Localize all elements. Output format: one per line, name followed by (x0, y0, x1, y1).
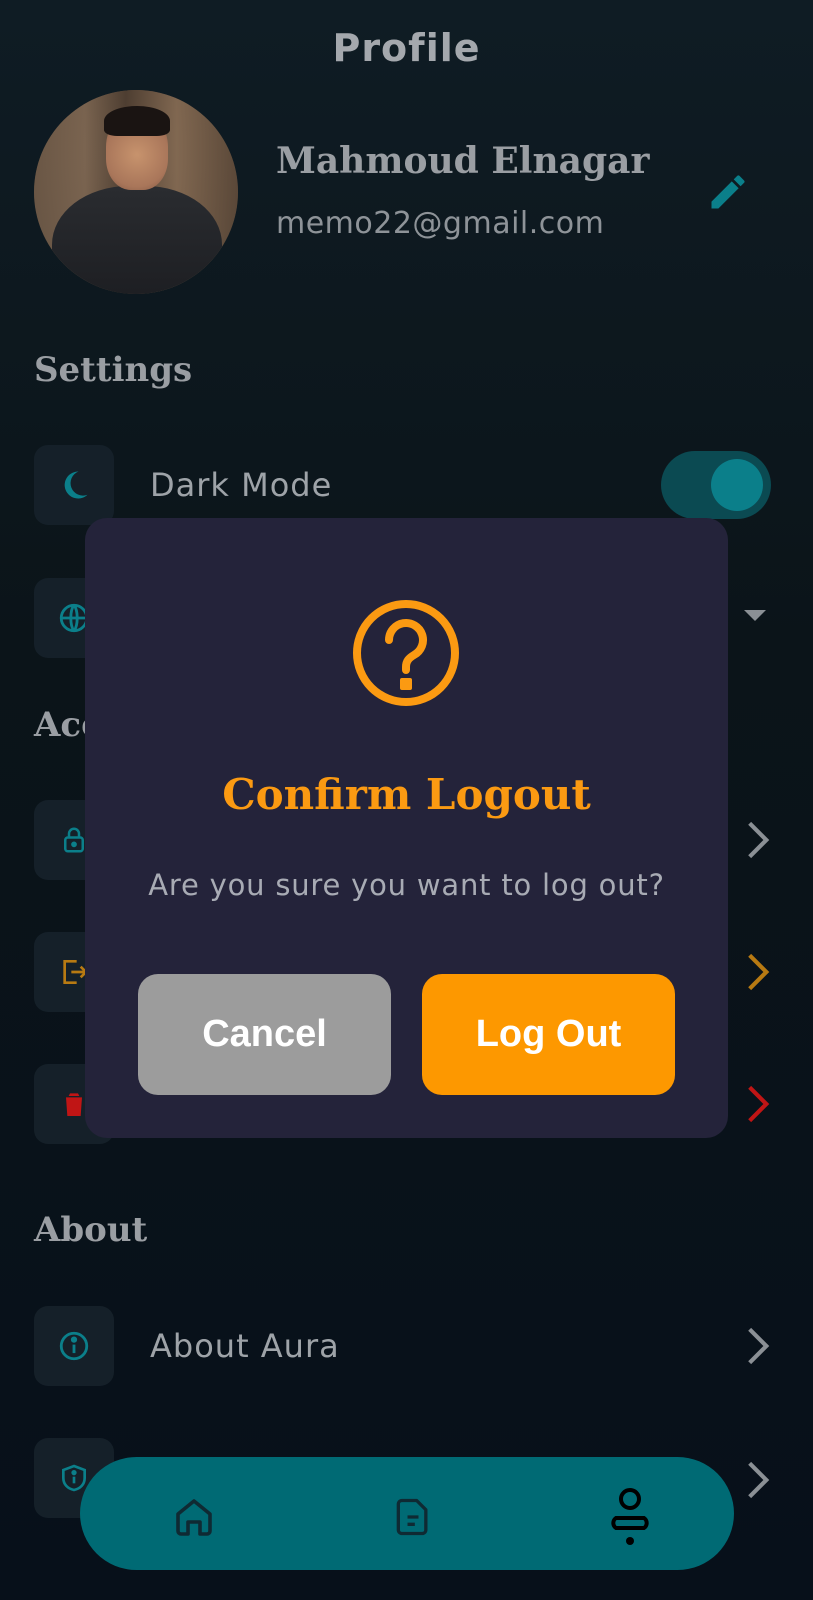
info-icon (59, 1331, 89, 1361)
dark-mode-label: Dark Mode (150, 466, 333, 504)
user-name: Mahmoud Elnagar (276, 140, 650, 182)
question-circle-icon (353, 600, 459, 706)
person-icon (611, 1488, 649, 1545)
dark-mode-toggle[interactable] (661, 451, 771, 519)
document-icon (396, 1498, 428, 1536)
moon-icon (64, 471, 88, 499)
logout-dialog: Confirm Logout Are you sure you want to … (85, 518, 728, 1138)
dialog-title: Confirm Logout (222, 770, 591, 819)
chevron-right-icon[interactable] (744, 952, 772, 992)
nav-profile[interactable] (602, 1487, 658, 1547)
log-out-button[interactable]: Log Out (422, 974, 675, 1095)
about-section-title: About (34, 1210, 148, 1250)
profile-screen: Profile Mahmoud Elnagar memo22@gmail.com… (0, 0, 813, 1600)
dark-mode-icon-box (34, 445, 114, 525)
avatar[interactable] (34, 90, 238, 294)
nav-documents[interactable] (385, 1487, 441, 1547)
chevron-right-icon[interactable] (744, 820, 772, 860)
user-email: memo22@gmail.com (276, 206, 605, 241)
nav-home[interactable] (166, 1487, 222, 1547)
edit-profile-button[interactable] (706, 170, 750, 214)
chevron-right-icon[interactable] (744, 1460, 772, 1500)
cancel-button[interactable]: Cancel (138, 974, 391, 1095)
toggle-knob (711, 459, 763, 511)
home-icon (176, 1499, 212, 1536)
about-aura-label[interactable]: About Aura (150, 1327, 340, 1365)
bottom-navigation (80, 1457, 734, 1570)
chevron-right-icon[interactable] (744, 1084, 772, 1124)
chevron-right-icon[interactable] (744, 1326, 772, 1366)
dialog-message: Are you sure you want to log out? (148, 868, 665, 902)
pencil-icon (711, 175, 745, 209)
about-icon-box (34, 1306, 114, 1386)
settings-section-title: Settings (34, 350, 193, 390)
page-title: Profile (332, 26, 481, 70)
language-dropdown-caret[interactable] (744, 610, 766, 621)
